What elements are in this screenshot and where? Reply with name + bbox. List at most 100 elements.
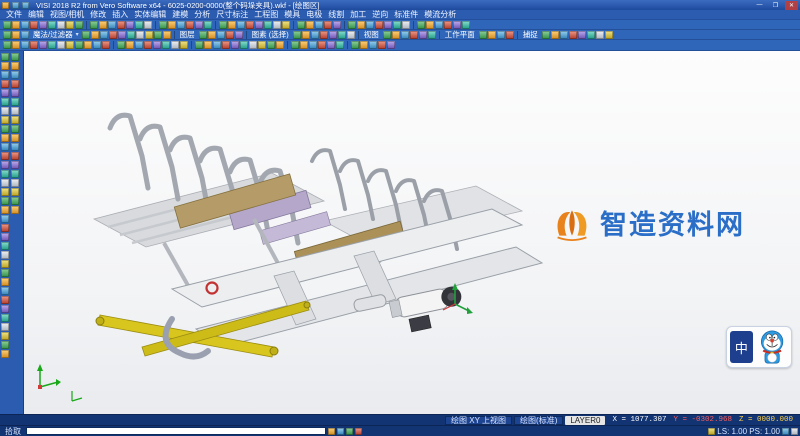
- mode-indicator[interactable]: 绘图(标准): [514, 416, 563, 425]
- toolbar-icon[interactable]: [11, 170, 19, 178]
- toolbar-icon[interactable]: [162, 41, 170, 49]
- toolbar-icon[interactable]: [255, 21, 263, 29]
- toolbar-icon[interactable]: [297, 21, 305, 29]
- toolbar-icon[interactable]: [11, 98, 19, 106]
- close-button[interactable]: ✕: [785, 1, 798, 10]
- toolbar-icon[interactable]: [30, 21, 38, 29]
- toolbar-icon[interactable]: [1, 224, 9, 232]
- toolbar-icon[interactable]: [199, 31, 207, 39]
- toolbar-icon[interactable]: [258, 41, 266, 49]
- toolbar-icon[interactable]: [91, 31, 99, 39]
- toolbar-icon[interactable]: [309, 41, 317, 49]
- toolbar-icon[interactable]: [329, 31, 337, 39]
- toolbar-icon[interactable]: [1, 278, 9, 286]
- toolbar-icon[interactable]: [338, 31, 346, 39]
- toolbar-icon[interactable]: [1, 215, 9, 223]
- maximize-button[interactable]: ❐: [769, 1, 782, 10]
- toolbar-icon[interactable]: [1, 305, 9, 313]
- toolbar-icon[interactable]: [560, 31, 568, 39]
- toolbar-icon[interactable]: [118, 31, 126, 39]
- toolbar-icon[interactable]: [180, 41, 188, 49]
- toolbar-icon[interactable]: [11, 134, 19, 142]
- toolbar-icon[interactable]: [145, 31, 153, 39]
- toolbar-icon[interactable]: [542, 31, 550, 39]
- toolbar-icon[interactable]: [348, 21, 356, 29]
- toolbar-icon[interactable]: [1, 233, 9, 241]
- toolbar-icon[interactable]: [264, 21, 272, 29]
- toolbar-icon[interactable]: [12, 21, 20, 29]
- toolbar-icon[interactable]: [11, 62, 19, 70]
- toolbar-icon[interactable]: [306, 21, 314, 29]
- toolbar-icon[interactable]: [1, 98, 9, 106]
- toolbar-icon[interactable]: [387, 41, 395, 49]
- toolbar-icon[interactable]: [3, 21, 11, 29]
- toolbar-icon[interactable]: [551, 31, 559, 39]
- toolbar-icon[interactable]: [347, 31, 355, 39]
- toolbar-icon[interactable]: [11, 152, 19, 160]
- toolbar-icon[interactable]: [428, 31, 436, 39]
- toolbar-icon[interactable]: [249, 41, 257, 49]
- menu-item[interactable]: 实体编辑: [131, 9, 169, 20]
- toolbar-icon[interactable]: [75, 21, 83, 29]
- toolbar-icon[interactable]: [1, 116, 9, 124]
- toolbar-icon[interactable]: [375, 21, 383, 29]
- toolbar-icon[interactable]: [444, 21, 452, 29]
- toolbar-icon[interactable]: [1, 323, 9, 331]
- toolbar-icon[interactable]: [410, 31, 418, 39]
- toolbar-icon[interactable]: [300, 41, 308, 49]
- toolbar-icon[interactable]: [109, 31, 117, 39]
- toolbar-icon[interactable]: [82, 31, 90, 39]
- toolbar-icon[interactable]: [11, 71, 19, 79]
- toolbar-icon[interactable]: [1, 107, 9, 115]
- toolbar-icon[interactable]: [578, 31, 586, 39]
- toolbar-icon[interactable]: [291, 41, 299, 49]
- toolbar-icon[interactable]: [1, 197, 9, 205]
- toolbar-icon[interactable]: [117, 21, 125, 29]
- toolbar-icon[interactable]: [177, 21, 185, 29]
- toolbar-icon[interactable]: [246, 21, 254, 29]
- toolbar-icon[interactable]: [311, 31, 319, 39]
- toolbar-icon[interactable]: [1, 53, 9, 61]
- toolbar-icon[interactable]: [315, 21, 323, 29]
- toolbar-icon[interactable]: [360, 41, 368, 49]
- toolbar-icon[interactable]: [48, 41, 56, 49]
- toolbar-icon[interactable]: [1, 188, 9, 196]
- toolbar-icon[interactable]: [99, 21, 107, 29]
- toolbar-icon[interactable]: [282, 21, 290, 29]
- save-icon[interactable]: [12, 2, 19, 9]
- toolbar-icon[interactable]: [392, 31, 400, 39]
- toolbar-icon[interactable]: [100, 31, 108, 39]
- status-tool-icon[interactable]: [328, 428, 335, 435]
- toolbar-icon[interactable]: [357, 21, 365, 29]
- toolbar-icon[interactable]: [1, 314, 9, 322]
- toolbar-icon[interactable]: [108, 21, 116, 29]
- toolbar-icon[interactable]: [159, 21, 167, 29]
- toolbar-icon[interactable]: [171, 41, 179, 49]
- toolbar-icon[interactable]: [226, 31, 234, 39]
- toolbar-icon[interactable]: [369, 41, 377, 49]
- toolbar-icon[interactable]: [186, 21, 194, 29]
- toolbar-icon[interactable]: [506, 31, 514, 39]
- toolbar-icon[interactable]: [204, 41, 212, 49]
- toolbar-icon[interactable]: [136, 31, 144, 39]
- toolbar-icon[interactable]: [426, 21, 434, 29]
- toolbar-icon[interactable]: [435, 21, 443, 29]
- toolbar-icon[interactable]: [318, 41, 326, 49]
- toolbar-icon[interactable]: [1, 89, 9, 97]
- toolbar-icon[interactable]: [1, 62, 9, 70]
- toolbar-icon[interactable]: [1, 296, 9, 304]
- toolbar-icon[interactable]: [154, 31, 162, 39]
- toolbar-icon[interactable]: [208, 31, 216, 39]
- toolbar-icon[interactable]: [39, 21, 47, 29]
- toolbar-icon[interactable]: [90, 21, 98, 29]
- toolbar-icon[interactable]: [222, 41, 230, 49]
- toolbar-icon[interactable]: [127, 31, 135, 39]
- toolbar-icon[interactable]: [217, 31, 225, 39]
- toolbar-icon[interactable]: [163, 31, 171, 39]
- toolbar-icon[interactable]: [11, 89, 19, 97]
- toolbar-icon[interactable]: [11, 188, 19, 196]
- toolbar-icon[interactable]: [231, 41, 239, 49]
- toolbar-icon[interactable]: [393, 21, 401, 29]
- toolbar-icon[interactable]: [21, 31, 29, 39]
- toolbar-icon[interactable]: [11, 53, 19, 61]
